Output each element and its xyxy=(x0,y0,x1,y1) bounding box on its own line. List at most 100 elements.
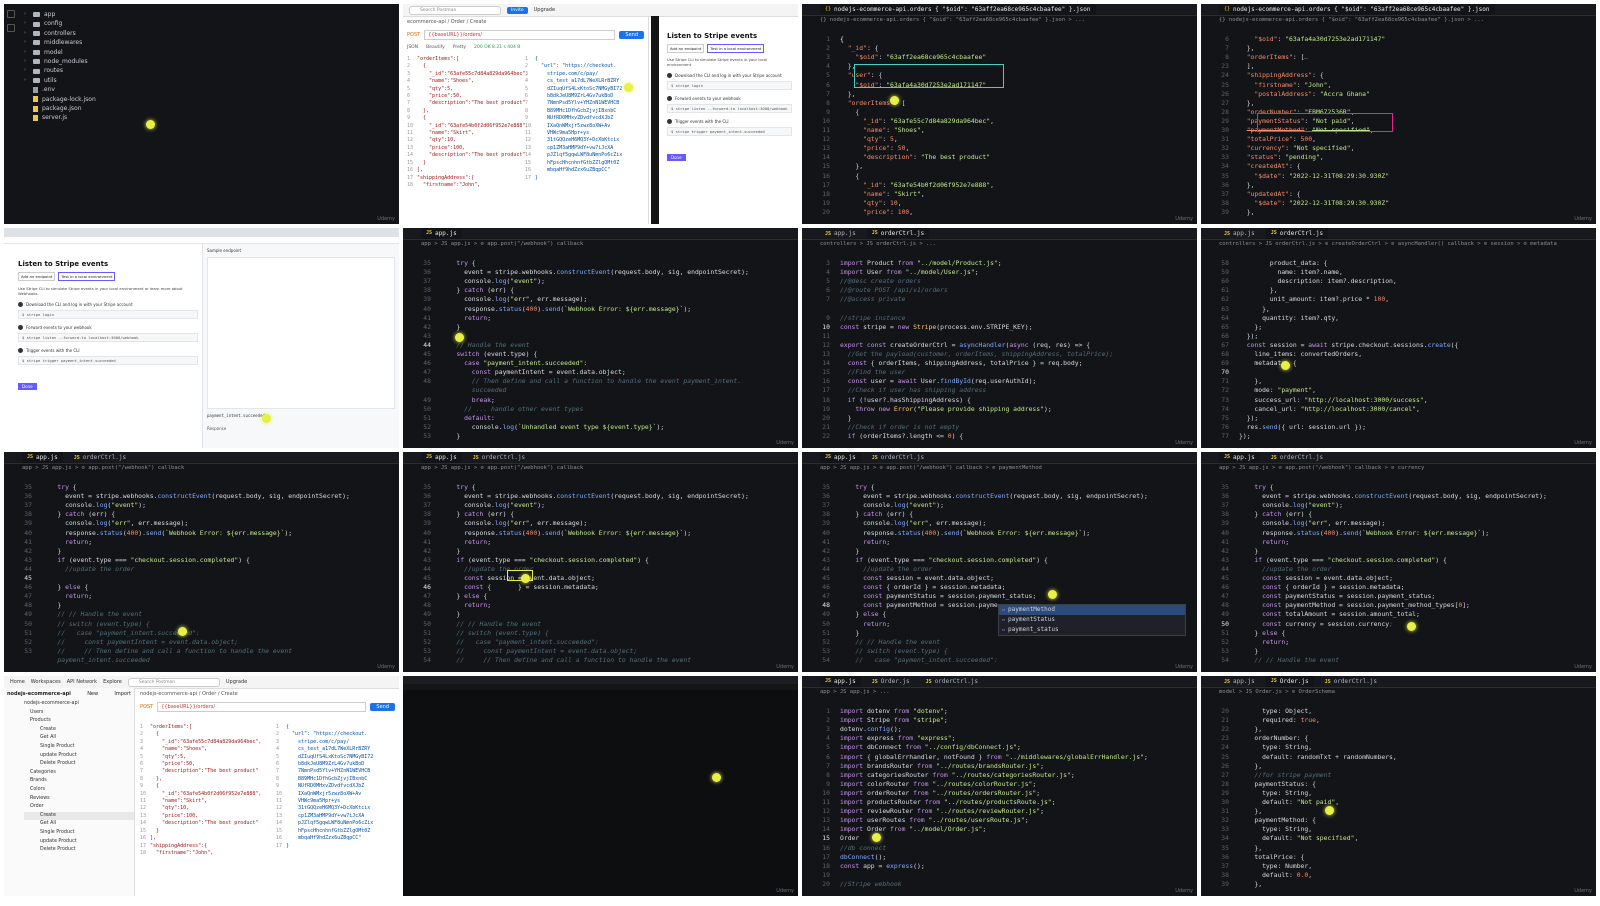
collection-item[interactable]: update Product xyxy=(24,838,134,847)
code-editor[interactable]: 35 try { 36 event = stripe.webhooks.cons… xyxy=(403,474,798,664)
collection-item[interactable]: Colors xyxy=(24,786,134,795)
send-button[interactable]: Send xyxy=(370,703,395,711)
autocomplete-item[interactable]: ▭ payment_status xyxy=(999,625,1185,635)
postman-search[interactable]: Search Postman xyxy=(127,677,220,687)
tab-orderctrl-js[interactable]: JS orderCtrl.js xyxy=(1266,452,1328,463)
upgrade-button[interactable]: Upgrade xyxy=(226,679,247,685)
files-icon[interactable] xyxy=(7,10,15,18)
collection-item[interactable]: nodejs-ecommerce-api xyxy=(24,700,134,709)
nav-explore[interactable]: Explore xyxy=(103,679,122,685)
tree-item[interactable]: .env xyxy=(24,85,96,94)
tab-order-js[interactable]: JS Order.js xyxy=(1265,676,1314,687)
tab-orderctrl-js[interactable]: JS orderCtrl.js xyxy=(867,452,929,463)
tree-item[interactable]: › app xyxy=(24,10,96,19)
collection-item[interactable]: Create xyxy=(24,726,134,735)
cli-command[interactable]: $ stripe listen --forward-to localhost:3… xyxy=(667,104,792,113)
collection-item[interactable]: update Product xyxy=(24,752,134,761)
collection-item[interactable]: Get All xyxy=(24,820,134,829)
tab-app-js[interactable]: JS app.js xyxy=(820,676,861,687)
tab-order-js[interactable]: JS Order.js xyxy=(867,676,915,687)
cli-command[interactable]: $ stripe trigger payment_intent.succeede… xyxy=(667,127,792,136)
tab-app-js[interactable]: JS app.js xyxy=(820,228,861,239)
done-button[interactable]: Done xyxy=(18,383,37,390)
code-editor[interactable]: 58 product_data: { 59 name: item?.name, … xyxy=(1201,250,1596,440)
tree-item[interactable]: › node_modules xyxy=(24,57,96,66)
autocomplete-item[interactable]: ▭ paymentStatus xyxy=(999,615,1185,625)
tree-item[interactable]: package-lock.json xyxy=(24,95,96,104)
send-button[interactable]: Send xyxy=(619,31,644,39)
code-editor[interactable]: 35 try { 36 event = stripe.webhooks.cons… xyxy=(1201,474,1596,664)
method-select[interactable]: POST xyxy=(140,704,153,710)
tree-item[interactable]: › middlewares xyxy=(24,38,96,47)
request-body[interactable]: 1 "orderItems":[2 {3 "_id":"63afe55c7d84a… xyxy=(140,724,270,857)
cli-command[interactable]: $ stripe trigger payment_intent.succeede… xyxy=(18,356,198,365)
add-endpoint-button[interactable]: Add an endpoint xyxy=(667,44,705,53)
tree-item[interactable]: › config xyxy=(24,19,96,28)
collection-item[interactable]: Create xyxy=(24,811,134,821)
tab-orders-json[interactable]: {} nodejs-ecommerce-api.orders { "$oid": … xyxy=(1219,4,1495,15)
beautify-button[interactable]: Beautify xyxy=(426,45,445,50)
upgrade-button[interactable]: Upgrade xyxy=(534,7,555,13)
autocomplete-popup[interactable]: ▭ paymentMethod ▭ paymentStatus ▭ payment_sta… xyxy=(998,604,1186,636)
nav-workspaces[interactable]: Workspaces xyxy=(31,679,61,685)
test-local-button[interactable]: Test in a local environment xyxy=(58,272,116,281)
json-tab[interactable]: JSON xyxy=(407,45,418,50)
cli-command[interactable]: $ stripe login xyxy=(18,310,198,319)
tab-orderctrl-js[interactable]: JS orderCtrl.js xyxy=(1320,676,1382,687)
tab-app-js[interactable]: JS app.js xyxy=(820,452,861,463)
collection-item[interactable]: Products xyxy=(24,717,134,726)
tree-item[interactable]: › utils xyxy=(24,76,96,85)
collection-item[interactable]: Delete Product xyxy=(24,846,134,855)
tree-item[interactable]: › routes xyxy=(24,66,96,75)
tree-item[interactable]: package.json xyxy=(24,104,96,113)
cli-command[interactable]: $ stripe listen --forward-to localhost:3… xyxy=(18,333,198,342)
tab-app-js[interactable]: JS app.js xyxy=(421,228,462,239)
tab-app-js[interactable]: JS app.js xyxy=(1219,452,1260,463)
tab-orderctrl-js[interactable]: JS orderCtrl.js xyxy=(69,452,131,463)
collection-item[interactable]: Categories xyxy=(24,769,134,778)
collection-item[interactable]: Get All xyxy=(24,734,134,743)
new-button[interactable]: New xyxy=(87,691,98,697)
code-editor[interactable]: 3 import Product from "../model/Product.j… xyxy=(802,250,1197,440)
collection-item[interactable]: Brands xyxy=(24,777,134,786)
tab-app-js[interactable]: JS app.js xyxy=(1219,676,1260,687)
code-editor[interactable]: 35 try { 36 event = stripe.webhooks.cons… xyxy=(4,474,399,664)
url-input[interactable]: {{baseURL}}/orders/ xyxy=(157,702,367,712)
url-input[interactable]: {{baseURL}}/orders/ xyxy=(424,30,616,40)
collection-item[interactable]: Order xyxy=(24,803,134,812)
tab-orderctrl-js[interactable]: JS orderCtrl.js xyxy=(1265,228,1329,239)
collection-item[interactable]: Reviews xyxy=(24,795,134,804)
tab-app-js[interactable]: JS app.js xyxy=(22,452,63,463)
code-editor[interactable]: 20 type: Object, 21 required: true, 22 }… xyxy=(1201,698,1596,888)
tab-orderctrl-js[interactable]: JS orderCtrl.js xyxy=(866,228,930,239)
cli-command[interactable]: $ stripe login xyxy=(667,81,792,90)
search-icon[interactable] xyxy=(7,24,15,32)
tree-item[interactable]: server.js xyxy=(24,113,96,122)
done-button[interactable]: Done xyxy=(667,154,686,161)
postman-search[interactable]: Search Postman xyxy=(409,5,501,15)
autocomplete-item[interactable]: ▭ paymentMethod xyxy=(999,605,1185,615)
tab-app-js[interactable]: JS app.js xyxy=(421,452,462,463)
nav-api-network[interactable]: API Network xyxy=(67,679,97,685)
collection-item[interactable]: Delete Product xyxy=(24,760,134,769)
code-editor[interactable]: 1 import dotenv from "dotenv"; 2 import St… xyxy=(802,698,1197,888)
import-button[interactable]: Import xyxy=(114,691,131,697)
collection-item[interactable]: Single Product xyxy=(24,829,134,838)
tab-app-js[interactable]: JS app.js xyxy=(1219,228,1260,239)
request-body[interactable]: 1 "orderItems":[2 {3 "_id":"63afe55c7d84a… xyxy=(407,56,528,189)
nav-home[interactable]: Home xyxy=(10,679,25,685)
code-editor[interactable]: 35 try { 36 event = stripe.webhooks.cons… xyxy=(403,250,798,440)
method-select[interactable]: POST xyxy=(407,32,420,38)
collection-item[interactable]: Users xyxy=(24,709,134,718)
collection-item[interactable]: Single Product xyxy=(24,743,134,752)
add-endpoint-button[interactable]: Add an endpoint xyxy=(18,272,56,281)
tree-item[interactable]: › controllers xyxy=(24,29,96,38)
tab-orders-json[interactable]: {} nodejs-ecommerce-api.orders { "$oid": … xyxy=(820,4,1096,15)
tab-orderctrl-js[interactable]: JS orderCtrl.js xyxy=(921,676,983,687)
test-local-button[interactable]: Test in a local environment xyxy=(707,44,765,53)
pretty-tab[interactable]: Pretty xyxy=(453,45,466,50)
invite-button[interactable]: Invite xyxy=(507,6,528,14)
tree-item[interactable]: › model xyxy=(24,48,96,57)
code-editor[interactable]: 1{ 2 "_id": { 3 "$oid": "63aff2ea68ce965… xyxy=(802,26,1197,216)
tab-orderctrl-js[interactable]: JS orderCtrl.js xyxy=(468,452,530,463)
